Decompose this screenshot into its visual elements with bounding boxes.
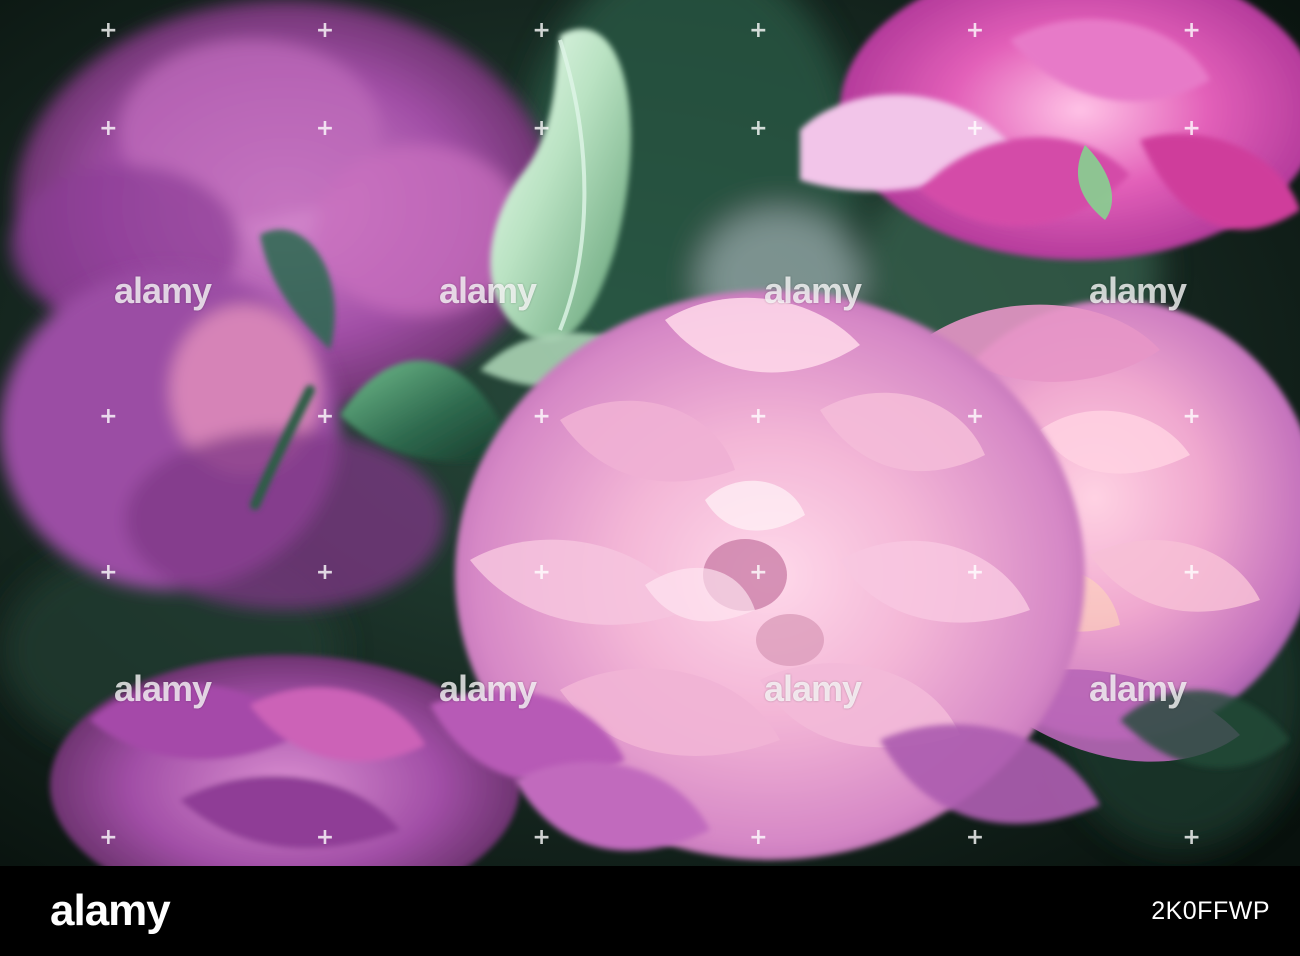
peony-photo [0,0,1300,866]
stock-photo-frame: + + + + + + + + + + + + alamy alamy alam… [0,0,1300,956]
peony-illustration [0,0,1300,866]
footer-bar: alamy 2K0FFWP [0,866,1300,956]
alamy-logo: alamy [50,886,171,935]
image-id: 2K0FFWP [1151,896,1270,925]
